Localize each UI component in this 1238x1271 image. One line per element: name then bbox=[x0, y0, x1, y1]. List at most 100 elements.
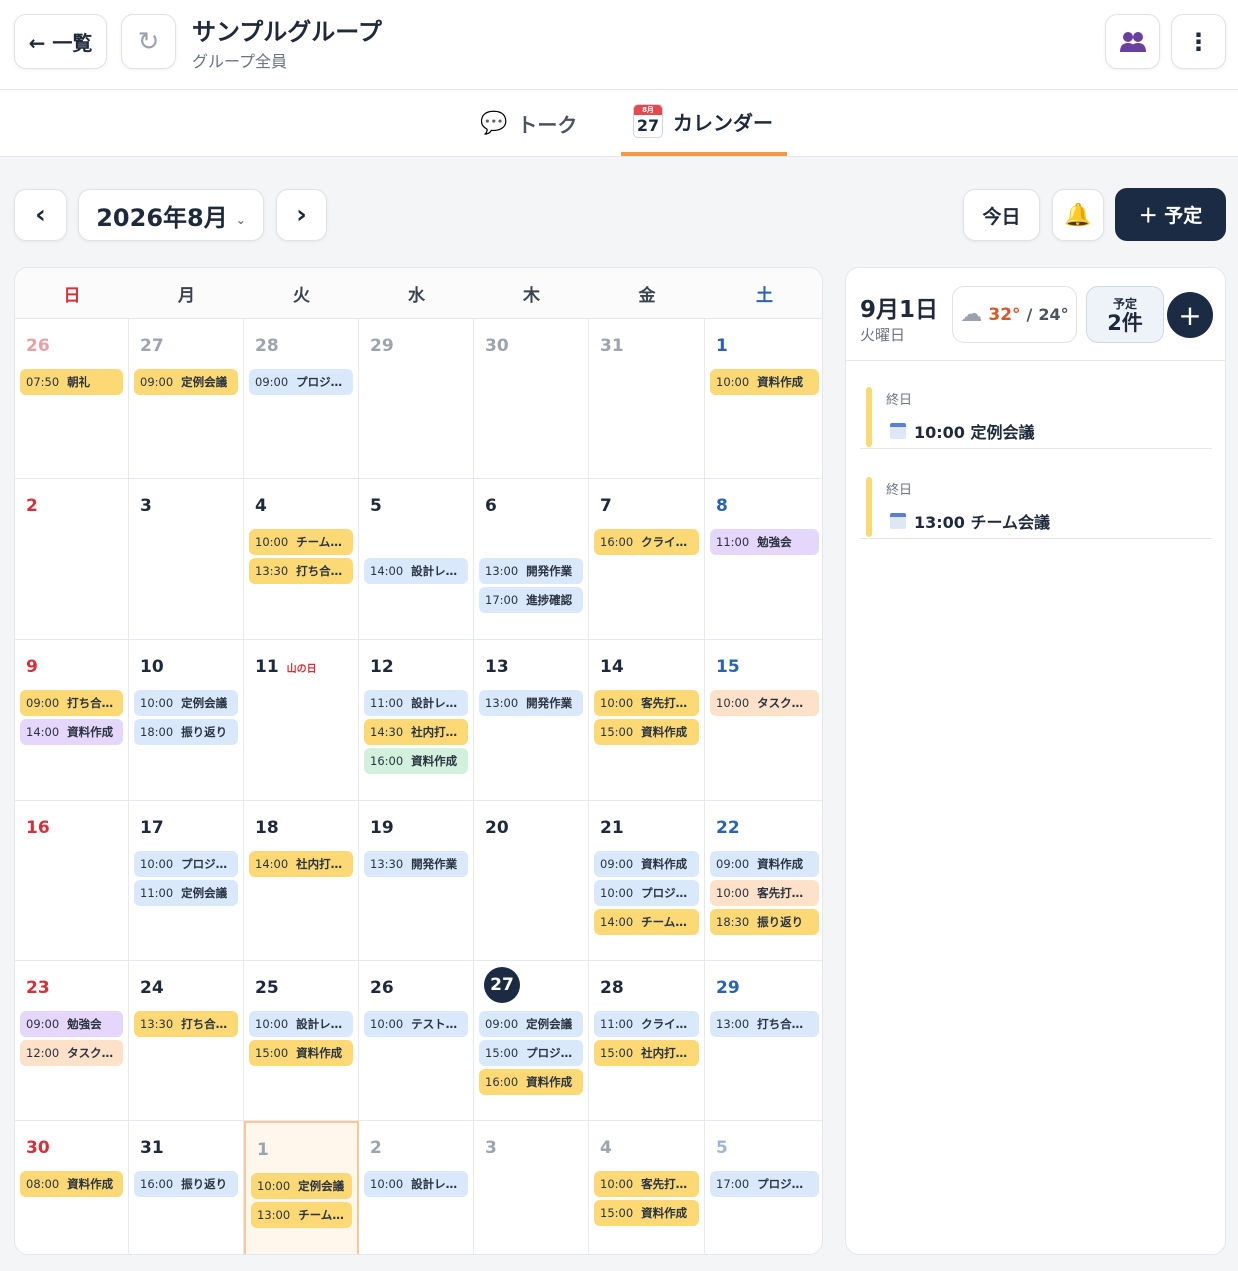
day-cell[interactable]: 21 09:00 資料作成 10:00 プロジェクト… 14:00 チーム会議 bbox=[589, 801, 705, 961]
event-chip[interactable]: 11:00 勉強会 bbox=[710, 529, 819, 555]
event-chip[interactable]: 10:00 設計レビュ… bbox=[249, 1011, 353, 1037]
event-chip[interactable]: 10:00 定例会議 bbox=[251, 1173, 352, 1199]
tab-calendar[interactable]: 8月 27 カレンダー bbox=[621, 90, 787, 156]
event-chip[interactable]: 10:00 設計レビュ… bbox=[364, 1171, 468, 1197]
event-chip[interactable]: 13:00 チーム会議 bbox=[251, 1202, 352, 1228]
day-cell[interactable]: 30 bbox=[474, 319, 589, 479]
day-cell[interactable]: 27 09:00 定例会議 15:00 プロジェクト… 16:00 資料作成 bbox=[474, 961, 589, 1121]
day-cell[interactable]: 2 bbox=[15, 479, 129, 640]
day-cell[interactable]: 1 10:00 定例会議 13:00 チーム会議 bbox=[244, 1121, 359, 1254]
event-chip[interactable]: 14:00 チーム会議 bbox=[594, 909, 699, 935]
day-cell[interactable]: 3 bbox=[129, 479, 244, 640]
refresh-icon[interactable]: ↻ bbox=[121, 14, 176, 69]
event-chip[interactable]: 08:00 資料作成 bbox=[20, 1171, 123, 1197]
event-chip[interactable]: 10:00 プロジェクト… bbox=[594, 880, 699, 906]
event-chip[interactable]: 10:00 客先打ち合わせ bbox=[594, 690, 699, 716]
event-chip[interactable]: 13:00 打ち合わせ bbox=[710, 1011, 819, 1037]
event-chip[interactable]: 10:00 資料作成 bbox=[710, 369, 819, 395]
day-cell[interactable]: 23 09:00 勉強会 12:00 タスク整理 bbox=[15, 961, 129, 1121]
next-month-button[interactable]: › bbox=[276, 189, 327, 241]
day-cell[interactable]: 15 10:00 タスク整理 bbox=[705, 640, 822, 801]
day-event-item[interactable]: 終日 13:00 チーム会議 bbox=[860, 451, 1212, 539]
event-chip[interactable]: 13:30 打ち合わせ bbox=[249, 558, 353, 584]
event-chip[interactable]: 09:00 定例会議 bbox=[479, 1011, 583, 1037]
day-cell[interactable]: 28 09:00 プロジェクト… bbox=[244, 319, 359, 479]
day-cell[interactable]: 14 10:00 客先打ち合わせ 15:00 資料作成 bbox=[589, 640, 705, 801]
day-cell[interactable]: 28 11:00 クライアント… 15:00 社内打ち合わせ bbox=[589, 961, 705, 1121]
day-cell[interactable]: 26 07:50 朝礼 bbox=[15, 319, 129, 479]
event-chip[interactable]: 13:00 開発作業 bbox=[479, 690, 583, 716]
add-event-button[interactable]: ＋ 予定 bbox=[1115, 188, 1226, 241]
day-cell[interactable]: 13 13:00 開発作業 bbox=[474, 640, 589, 801]
day-cell[interactable]: 29 13:00 打ち合わせ bbox=[705, 961, 822, 1121]
day-cell[interactable]: 10 10:00 定例会議 18:00 振り返り bbox=[129, 640, 244, 801]
day-cell[interactable]: 18 14:00 社内打ち合わせ bbox=[244, 801, 359, 961]
event-chip[interactable]: 09:00 定例会議 bbox=[134, 369, 238, 395]
day-cell[interactable]: 9 09:00 打ち合わせ 14:00 資料作成 bbox=[15, 640, 129, 801]
event-chip[interactable]: 10:00 プロジェクト… bbox=[134, 851, 238, 877]
day-cell[interactable]: 3 bbox=[474, 1121, 589, 1254]
day-cell[interactable]: 19 13:30 開発作業 bbox=[359, 801, 474, 961]
event-chip[interactable]: 16:00 振り返り bbox=[134, 1171, 238, 1197]
event-chip[interactable]: 13:30 打ち合わせ bbox=[134, 1011, 238, 1037]
day-cell[interactable]: 2 10:00 設計レビュ… bbox=[359, 1121, 474, 1254]
event-chip[interactable]: 10:00 テスト作業 bbox=[364, 1011, 468, 1037]
event-chip[interactable]: 15:00 プロジェクト… bbox=[479, 1040, 583, 1066]
event-chip[interactable]: 16:00 クライアント… bbox=[594, 529, 699, 555]
event-chip[interactable]: 12:00 タスク整理 bbox=[20, 1040, 123, 1066]
day-cell[interactable]: 17 10:00 プロジェクト… 11:00 定例会議 bbox=[129, 801, 244, 961]
event-chip[interactable]: 15:00 社内打ち合わせ bbox=[594, 1040, 699, 1066]
prev-month-button[interactable]: ‹ bbox=[14, 189, 67, 241]
add-day-event-button[interactable]: + bbox=[1167, 292, 1213, 338]
month-selector[interactable]: 2026年8月 ⌄ bbox=[78, 189, 264, 241]
day-cell[interactable]: 27 09:00 定例会議 bbox=[129, 319, 244, 479]
event-chip[interactable]: 13:30 開発作業 bbox=[364, 851, 468, 877]
event-chip[interactable]: 10:00 定例会議 bbox=[134, 690, 238, 716]
event-chip[interactable]: 15:00 資料作成 bbox=[249, 1040, 353, 1066]
tab-talk[interactable]: 💬 トーク bbox=[480, 90, 590, 156]
back-button[interactable]: ← 一覧 bbox=[14, 14, 107, 69]
day-event-item[interactable]: 終日 10:00 定例会議 bbox=[860, 361, 1212, 449]
event-chip[interactable]: 11:00 設計レビュ… bbox=[364, 690, 468, 716]
event-chip[interactable]: 10:00 チーム会議 bbox=[249, 529, 353, 555]
more-menu-button[interactable]: ⋮ bbox=[1171, 14, 1226, 69]
event-chip[interactable]: 11:00 定例会議 bbox=[134, 880, 238, 906]
day-cell[interactable]: 7 16:00 クライアント… bbox=[589, 479, 705, 640]
event-chip[interactable]: 17:00 進捗確認 bbox=[479, 587, 583, 613]
event-chip[interactable]: 07:50 朝礼 bbox=[20, 369, 123, 395]
event-chip[interactable]: 09:00 プロジェクト… bbox=[249, 369, 353, 395]
day-cell[interactable]: 4 10:00 チーム会議 13:30 打ち合わせ bbox=[244, 479, 359, 640]
bell-icon[interactable]: 🔔 bbox=[1052, 189, 1104, 241]
event-chip[interactable]: 09:00 資料作成 bbox=[710, 851, 819, 877]
day-cell[interactable]: 29 bbox=[359, 319, 474, 479]
day-cell[interactable]: 8 11:00 勉強会 bbox=[705, 479, 822, 640]
day-cell[interactable]: 16 bbox=[15, 801, 129, 961]
day-cell[interactable]: 4 10:00 客先打ち合わせ 15:00 資料作成 bbox=[589, 1121, 705, 1254]
day-cell[interactable]: 26 10:00 テスト作業 bbox=[359, 961, 474, 1121]
event-chip[interactable]: 10:00 タスク整理 bbox=[710, 690, 819, 716]
day-cell[interactable]: 30 08:00 資料作成 bbox=[15, 1121, 129, 1254]
day-cell[interactable]: 25 10:00 設計レビュ… 15:00 資料作成 bbox=[244, 961, 359, 1121]
event-chip[interactable]: 14:30 社内打ち合わせ bbox=[364, 719, 468, 745]
event-chip[interactable]: 17:00 プロジェクト… bbox=[710, 1171, 819, 1197]
event-chip[interactable]: 18:00 振り返り bbox=[134, 719, 238, 745]
day-cell[interactable]: 12 11:00 設計レビュ… 14:30 社内打ち合わせ 16:00 資料作成 bbox=[359, 640, 474, 801]
today-button[interactable]: 今日 bbox=[963, 189, 1040, 241]
event-chip[interactable]: 14:00 設計レビュ… bbox=[364, 558, 468, 584]
day-cell[interactable]: 31 16:00 振り返り bbox=[129, 1121, 244, 1254]
event-chip[interactable]: 16:00 資料作成 bbox=[364, 748, 468, 774]
event-chip[interactable]: 15:00 資料作成 bbox=[594, 1200, 699, 1226]
event-chip[interactable]: 10:00 客先打ち合わせ bbox=[710, 880, 819, 906]
members-button[interactable] bbox=[1105, 14, 1160, 69]
day-cell[interactable]: 1 10:00 資料作成 bbox=[705, 319, 822, 479]
event-chip[interactable]: 09:00 資料作成 bbox=[594, 851, 699, 877]
event-chip[interactable]: 14:00 社内打ち合わせ bbox=[249, 851, 353, 877]
day-cell[interactable]: 5 17:00 プロジェクト… bbox=[705, 1121, 822, 1254]
day-cell[interactable]: 20 bbox=[474, 801, 589, 961]
event-chip[interactable]: 15:00 資料作成 bbox=[594, 719, 699, 745]
event-chip[interactable]: 09:00 勉強会 bbox=[20, 1011, 123, 1037]
event-chip[interactable]: 13:00 開発作業 bbox=[479, 558, 583, 584]
day-cell[interactable]: 22 09:00 資料作成 10:00 客先打ち合わせ 18:30 振り返り bbox=[705, 801, 822, 961]
event-chip[interactable]: 14:00 資料作成 bbox=[20, 719, 123, 745]
day-cell[interactable]: 31 bbox=[589, 319, 705, 479]
